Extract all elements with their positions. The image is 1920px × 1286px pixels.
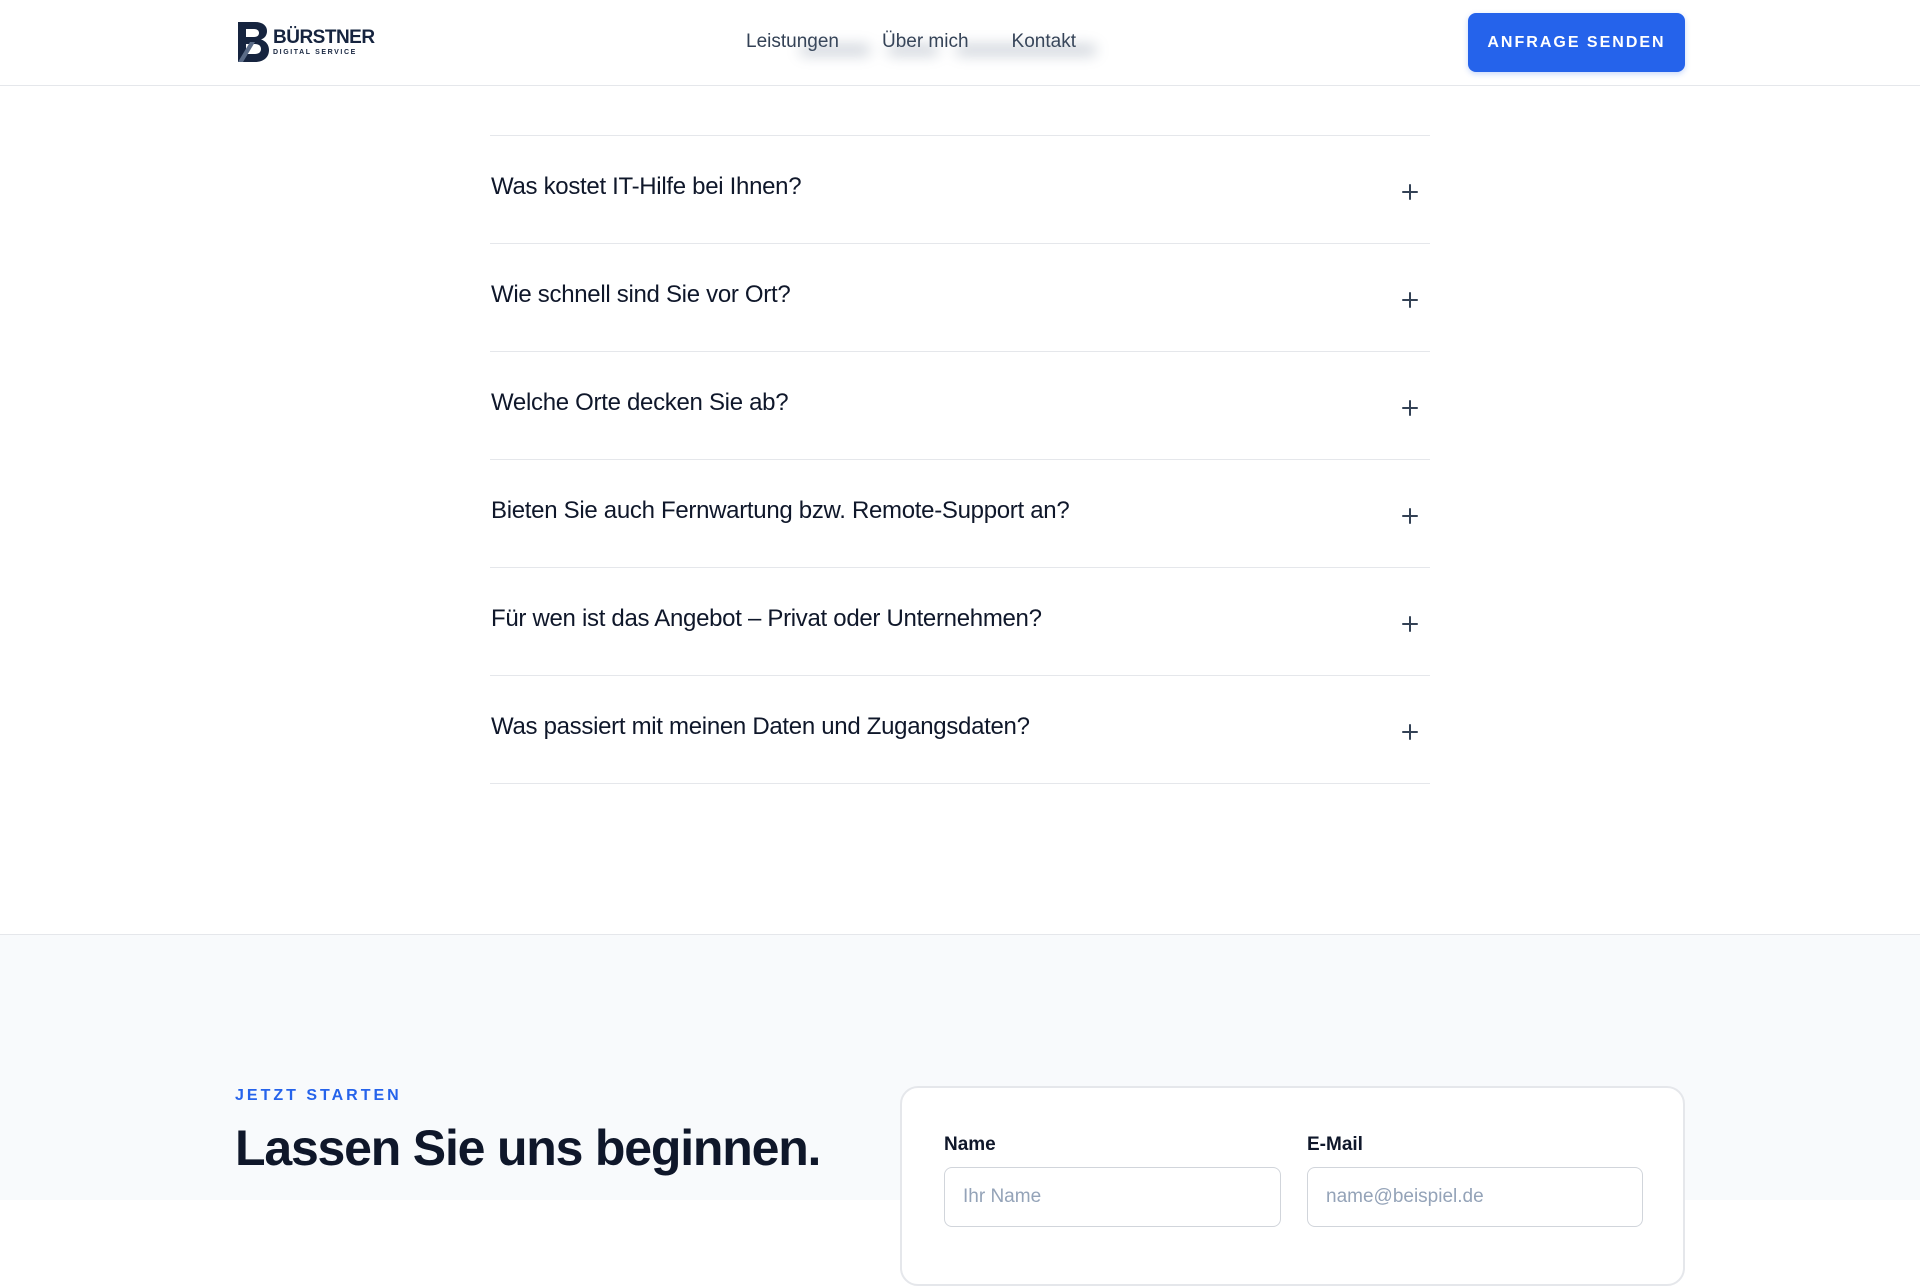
faq-item[interactable]: Was kostet IT-Hilfe bei Ihnen? [490,136,1430,244]
plus-icon[interactable] [1402,183,1418,200]
faq-item[interactable]: Wie schnell sind Sie vor Ort? [490,244,1430,352]
main-nav: Leistungen Über mich Kontakt [746,30,1076,54]
section-headline: Lassen Sie uns beginnen. [235,1120,821,1176]
plus-icon[interactable] [1402,723,1418,740]
nav-link-kontakt[interactable]: Kontakt [1012,30,1076,54]
nav-link-ueber-mich[interactable]: Über mich [882,30,969,54]
logo[interactable]: BÜRSTNER DIGITAL SERVICE [235,20,375,64]
plus-icon[interactable] [1402,507,1418,524]
faq-question: Welche Orte decken Sie ab? [491,388,789,416]
name-label: Name [944,1134,996,1155]
nav-link-leistungen[interactable]: Leistungen [746,30,839,54]
logo-name: BÜRSTNER [273,26,375,48]
faq-question: Was passiert mit meinen Daten und Zugang… [491,712,1030,740]
contact-section: JETZT STARTEN Lassen Sie uns beginnen. N… [0,934,1920,1286]
faq-question: Für wen ist das Angebot – Privat oder Un… [491,604,1042,632]
faq-item[interactable]: Für wen ist das Angebot – Privat oder Un… [490,568,1430,676]
email-label: E-Mail [1307,1134,1363,1155]
faq-list: Was kostet IT-Hilfe bei Ihnen? Wie schne… [490,135,1430,784]
logo-b-icon [238,22,269,62]
faq-question: Was kostet IT-Hilfe bei Ihnen? [491,172,802,200]
plus-icon[interactable] [1402,291,1418,308]
send-request-button[interactable]: ANFRAGE SENDEN [1468,13,1685,72]
email-input[interactable] [1307,1167,1643,1227]
name-input[interactable] [944,1167,1281,1227]
section-eyebrow: JETZT STARTEN [235,1087,402,1104]
contact-form: Name E-Mail [900,1086,1685,1286]
plus-icon[interactable] [1402,399,1418,416]
logo-wordmark: BÜRSTNER DIGITAL SERVICE [273,28,375,57]
faq-question: Wie schnell sind Sie vor Ort? [491,280,791,308]
logo-subtitle: DIGITAL SERVICE [273,48,357,56]
faq-item[interactable]: Bieten Sie auch Fernwartung bzw. Remote-… [490,460,1430,568]
plus-icon[interactable] [1402,615,1418,632]
site-header: BÜRSTNER DIGITAL SERVICE Leistungen Über… [0,0,1920,86]
faq-item[interactable]: Welche Orte decken Sie ab? [490,352,1430,460]
faq-item[interactable]: Was passiert mit meinen Daten und Zugang… [490,676,1430,784]
faq-question: Bieten Sie auch Fernwartung bzw. Remote-… [491,496,1070,524]
